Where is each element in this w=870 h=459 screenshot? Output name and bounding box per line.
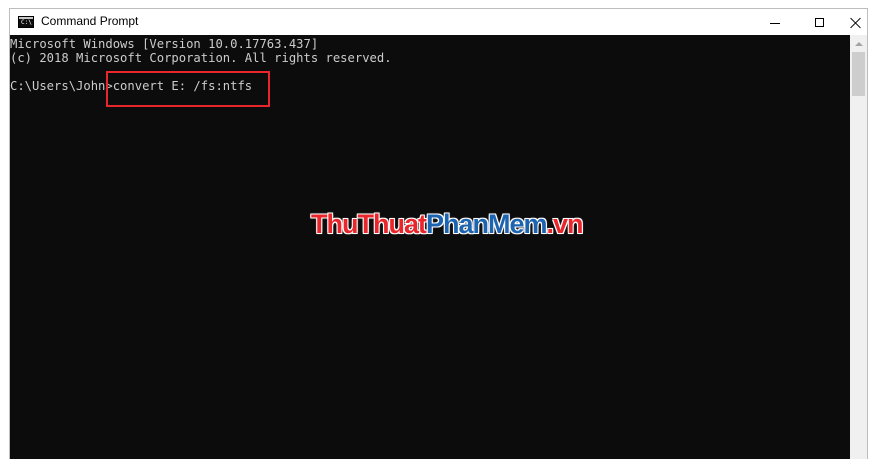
command-prompt-window: C:\ Command Prompt Microsoft Windows [Ve… — [9, 8, 868, 459]
cmd-icon-text: C:\ — [21, 19, 32, 26]
close-icon — [850, 17, 861, 28]
minimize-button[interactable] — [755, 9, 795, 35]
watermark-part3: .vn — [546, 209, 584, 239]
console-output[interactable]: Microsoft Windows [Version 10.0.17763.43… — [10, 35, 850, 459]
close-button[interactable] — [843, 9, 867, 35]
watermark-part1: ThuThuat — [311, 209, 427, 239]
maximize-icon — [814, 17, 824, 27]
vertical-scrollbar[interactable] — [850, 35, 867, 459]
watermark: ThuThuatPhanMem.vn — [311, 209, 584, 240]
title-bar[interactable]: C:\ Command Prompt — [10, 9, 867, 35]
chevron-up-icon — [854, 41, 863, 46]
cmd-icon[interactable]: C:\ — [18, 16, 34, 28]
maximize-button[interactable] — [799, 9, 839, 35]
console-line-version: Microsoft Windows [Version 10.0.17763.43… — [10, 37, 319, 51]
window-title: Command Prompt — [41, 14, 139, 28]
command-highlight-box — [106, 71, 270, 107]
watermark-part2: PhanMem — [425, 209, 548, 239]
console-line-copyright: (c) 2018 Microsoft Corporation. All righ… — [10, 51, 392, 65]
minimize-icon — [770, 22, 780, 24]
scroll-up-button[interactable] — [850, 35, 867, 52]
scroll-thumb[interactable] — [852, 52, 865, 96]
